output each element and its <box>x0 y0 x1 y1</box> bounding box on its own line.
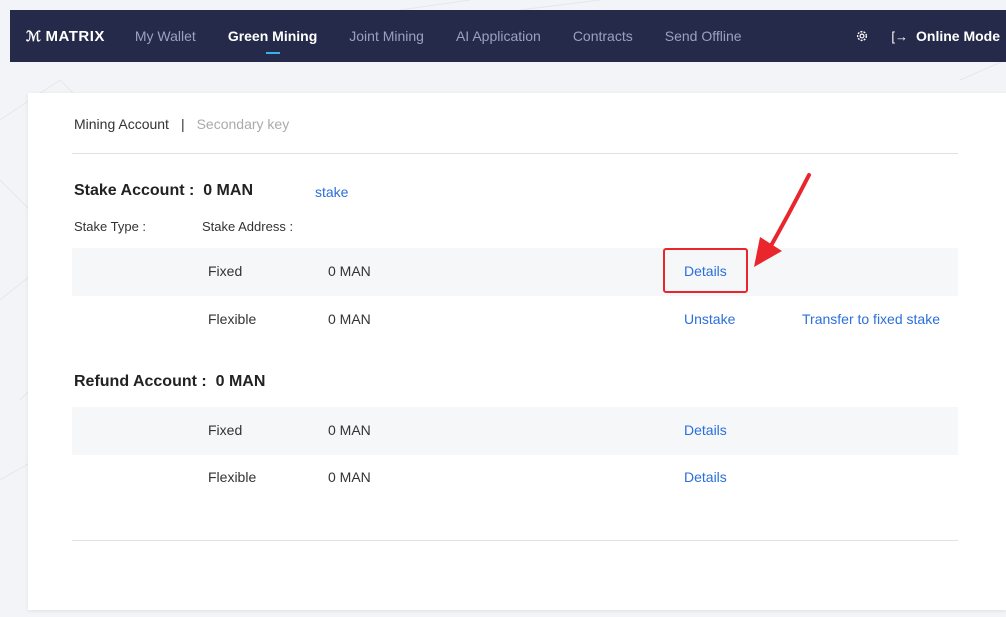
online-mode-label[interactable]: Online Mode <box>916 28 1000 44</box>
refund-amount: 0 MAN <box>328 469 371 485</box>
brand-name: MATRIX <box>45 27 105 45</box>
annotation-arrow-icon <box>754 173 811 267</box>
refund-amount: 0 MAN <box>328 422 371 438</box>
stake-row-fixed: Fixed 0 MAN Details <box>72 248 958 296</box>
main-nav: My Wallet Green Mining Joint Mining AI A… <box>119 10 758 62</box>
unstake-link[interactable]: Unstake <box>684 311 735 327</box>
refund-account-title: Refund Account : 0 MAN <box>74 373 266 390</box>
stake-account-title: Stake Account : 0 MAN <box>74 182 253 199</box>
nav-ai-application[interactable]: AI Application <box>440 10 557 62</box>
stake-amount: 0 MAN <box>328 311 371 327</box>
stake-amount: 0 MAN <box>328 263 371 279</box>
stake-address-label: Stake Address : <box>202 219 294 234</box>
nav-my-wallet[interactable]: My Wallet <box>119 10 212 62</box>
matrix-logo-icon: ℳ <box>26 27 42 44</box>
nav-green-mining[interactable]: Green Mining <box>212 10 333 62</box>
refund-row-fixed: Fixed 0 MAN Details <box>72 407 958 455</box>
refund-row-flexible: Flexible 0 MAN Details <box>72 454 958 502</box>
refund-type: Flexible <box>208 469 257 485</box>
tab-mining-account[interactable]: Mining Account <box>74 116 169 132</box>
stake-type: Fixed <box>208 263 243 279</box>
nav-send-offline[interactable]: Send Offline <box>649 10 758 62</box>
tab-secondary-key[interactable]: Secondary key <box>197 116 290 132</box>
stake-link[interactable]: stake <box>315 184 348 200</box>
nav-joint-mining[interactable]: Joint Mining <box>333 10 440 62</box>
stake-type: Flexible <box>208 311 257 327</box>
nav-contracts[interactable]: Contracts <box>557 10 649 62</box>
refund-type: Fixed <box>208 422 243 438</box>
refund-fixed-details-link[interactable]: Details <box>684 422 727 438</box>
bottom-divider <box>72 540 958 541</box>
stake-row-flexible: Flexible 0 MAN Unstake Transfer to fixed… <box>72 296 958 344</box>
stake-type-label: Stake Type : <box>74 219 147 234</box>
account-tabs: Mining Account | Secondary key <box>74 116 289 132</box>
top-right-controls: [→ Online Mode <box>855 10 1000 62</box>
top-navigation-bar: ℳ MATRIX My Wallet Green Mining Joint Mi… <box>10 10 1006 62</box>
gear-icon[interactable] <box>855 29 869 43</box>
exit-icon[interactable]: [→ <box>891 29 908 44</box>
stake-fixed-details-link[interactable]: Details <box>684 263 727 279</box>
transfer-to-fixed-stake-link[interactable]: Transfer to fixed stake <box>802 311 940 327</box>
refund-flexible-details-link[interactable]: Details <box>684 469 727 485</box>
brand-logo[interactable]: ℳ MATRIX <box>26 28 105 45</box>
tabs-divider <box>72 153 958 154</box>
mining-account-card: Mining Account | Secondary key Stake Acc… <box>28 93 1006 610</box>
tab-separator: | <box>180 116 185 132</box>
